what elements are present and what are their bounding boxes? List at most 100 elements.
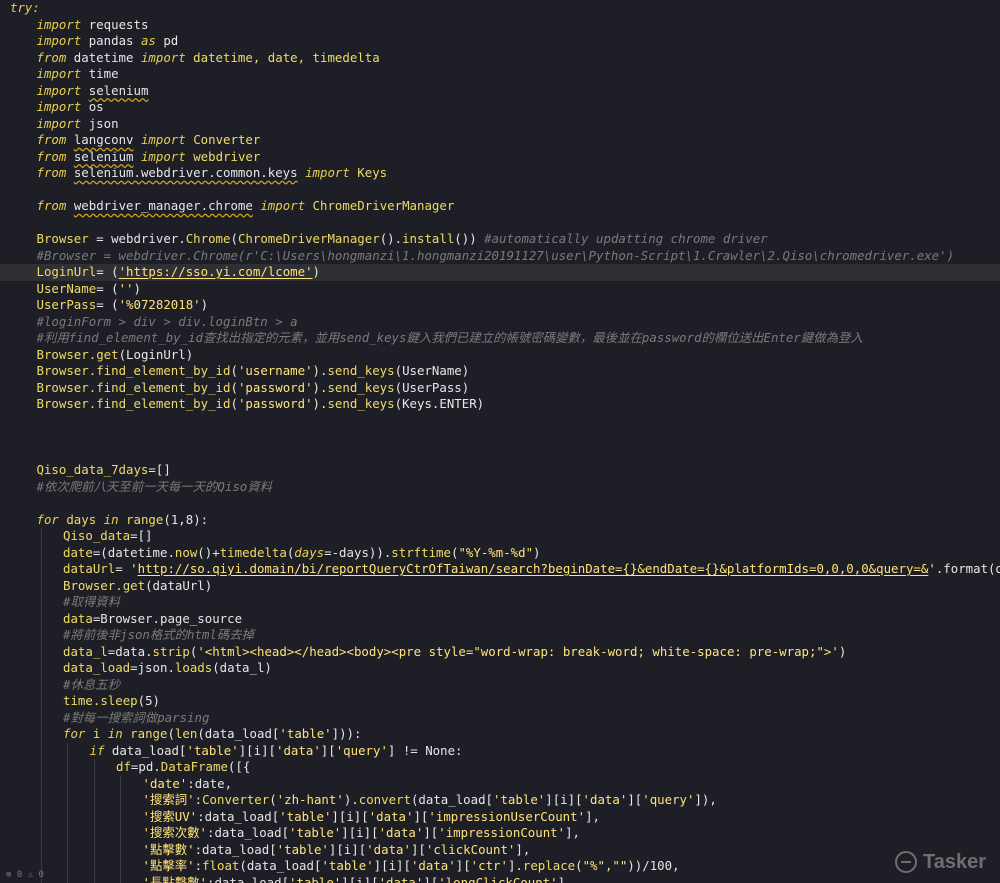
code-line[interactable]: import pandas as pd [0,33,1000,50]
code-line-content: UserPass= ('%07282018') [37,297,209,314]
code-line-content: #利用find_element_by_id查找出指定的元素，並用send_key… [37,330,863,347]
code-line[interactable]: '搜索UV':data_load['table'][i]['data']['im… [0,808,1000,825]
code-token: from [36,198,67,213]
code-token: ][i][ [341,874,379,883]
code-line[interactable]: #取得資料 [0,594,1000,611]
code-line[interactable]: if data_load['table'][i]['data']['query'… [0,742,1000,759]
code-token: ) [312,264,321,279]
code-token: range [130,726,168,741]
code-line[interactable]: time.sleep(5) [0,693,1000,710]
code-line[interactable]: UserName= ('') [0,281,1000,298]
code-line[interactable]: 'date':date, [0,775,1000,792]
code-line[interactable]: df=pd.DataFrame([{ [0,759,1000,776]
code-line[interactable]: #將前後非json格式的html碼去掉 [0,627,1000,644]
code-line[interactable]: #對每一搜索詞做parsing [0,709,1000,727]
code-line[interactable]: date=(datetime.now()+timedelta(days=-day… [0,544,1000,562]
code-line[interactable] [0,413,1000,430]
indent-guide [40,693,42,710]
code-line[interactable]: '搜索次數':data_load['table'][i]['data']['im… [0,825,1000,842]
code-token: 'longClickCount' [438,874,558,883]
code-token: 'data' [582,792,628,807]
code-line[interactable]: Browser.find_element_by_id('password').s… [0,396,1000,413]
code-line[interactable] [0,182,1000,199]
code-line[interactable]: from selenium import webdriver [0,149,1000,166]
code-line[interactable]: #依次爬前八天至前一天每一天的Qiso資料 [0,479,1000,496]
indent-guide [40,561,42,578]
code-line[interactable]: Browser.get(LoginUrl) [0,347,1000,364]
code-token: now [174,544,198,560]
code-line-content: from langconv import Converter [37,132,261,149]
code-line[interactable]: #Browser = webdriver.Chrome(r'C:\Users\h… [0,248,1000,265]
code-line-content: import pandas as pd [37,33,179,50]
code-line[interactable]: '點擊率':float(data_load['table'][i]['data'… [0,858,1000,875]
code-line[interactable]: '搜索詞':Converter('zh-hant').convert(data_… [0,792,1000,809]
code-line-content: '搜索詞':Converter('zh-hant').convert(data_… [143,792,717,809]
code-line-content: #對每一搜索詞做parsing [63,710,209,727]
code-line[interactable]: import time [0,66,1000,83]
code-token: = webdriver. [88,231,186,246]
code-token: UserPass [36,297,97,312]
code-line[interactable]: data_load=json.loads(data_l) [0,660,1000,677]
code-line[interactable]: from selenium.webdriver.common.keys impo… [0,165,1000,182]
code-line[interactable]: LoginUrl= ('https://sso.yi.com/lcome') [0,264,1000,281]
code-token: 'table' [493,792,546,807]
code-line[interactable]: from langconv import Converter [0,132,1000,149]
indent-guide [93,759,95,776]
code-line[interactable]: Qiso_data_7days=[] [0,462,1000,479]
code-line-content: LoginUrl= ('https://sso.yi.com/lcome') [37,264,321,281]
code-token: convert [358,792,411,807]
code-line[interactable] [0,429,1000,446]
code-line[interactable] [0,446,1000,463]
code-line[interactable]: from datetime import datetime, date, tim… [0,50,1000,67]
code-token: ) [133,280,141,296]
code-line[interactable]: '點擊數':data_load['table'][i]['data']['cli… [0,841,1000,858]
code-token: find_element_by_id [96,363,231,378]
code-editor[interactable]: try: import requests import pandas as pd fr… [0,0,1000,883]
code-line[interactable]: dataUrl= 'http://so.qiyi.domain/bi/repor… [0,561,1000,578]
code-line[interactable]: import requests [0,17,1000,34]
code-line[interactable]: Browser.find_element_by_id('password').s… [0,380,1000,397]
indent-guide [40,660,42,677]
code-line[interactable]: UserPass= ('%07282018') [0,297,1000,314]
code-line[interactable]: #loginForm > div > div.loginBtn > a [0,314,1000,331]
indent-guide [40,610,42,627]
code-token: ) [200,297,209,312]
code-token: Browser. [63,577,123,593]
code-line[interactable] [0,215,1000,232]
code-token: 'table' [276,841,329,857]
code-token: (1,8): [163,511,209,527]
code-token: =[] [130,528,153,543]
code-line[interactable]: Browser.find_element_by_id('username').s… [0,363,1000,380]
code-token: '搜索次數' [142,825,207,840]
code-line[interactable]: #利用find_element_by_id查找出指定的元素，並用send_key… [0,330,1000,347]
code-line[interactable]: from webdriver_manager.chrome import Chr… [0,198,1000,215]
code-line[interactable]: Qiso_data=[] [0,528,1000,545]
code-line-content: for days in range(1,8): [37,512,209,529]
code-line[interactable]: import os [0,99,1000,116]
code-line[interactable]: try: [0,0,1000,17]
code-token: #automatically updatting chrome driver [484,231,768,246]
code-token: send_keys [327,363,395,378]
code-token: ][ [413,808,429,824]
code-line-content: date=(datetime.now()+timedelta(days=-day… [63,545,541,562]
code-token: from [36,49,67,65]
code-line[interactable]: for days in range(1,8): [0,512,1000,529]
code-line[interactable]: data=Browser.page_source [0,610,1000,627]
code-token: send_keys [327,396,395,411]
code-line-content: df=pd.DataFrame([{ [116,759,250,776]
code-line[interactable]: import json [0,116,1000,133]
code-line[interactable]: '長點擊數':data load['table'][i]['data']['lo… [0,874,1000,883]
code-line-content: '搜索次數':data_load['table'][i]['data']['im… [143,825,581,842]
code-line[interactable]: data_l=data.strip('<html><head></head><b… [0,643,1000,660]
code-line[interactable] [0,495,1000,512]
code-token: ) [838,643,847,659]
code-token: 'clickCount' [425,841,516,857]
code-token: = [115,561,131,576]
code-line[interactable]: Browser.get(dataUrl) [0,577,1000,594]
code-token: ( [230,379,238,395]
code-line[interactable]: Browser = webdriver.Chrome(ChromeDriverM… [0,231,1000,248]
code-line[interactable]: import selenium [0,83,1000,100]
code-line[interactable]: #休息五秒 [0,676,1000,693]
code-line[interactable]: for i in range(len(data_load['table'])): [0,726,1000,743]
